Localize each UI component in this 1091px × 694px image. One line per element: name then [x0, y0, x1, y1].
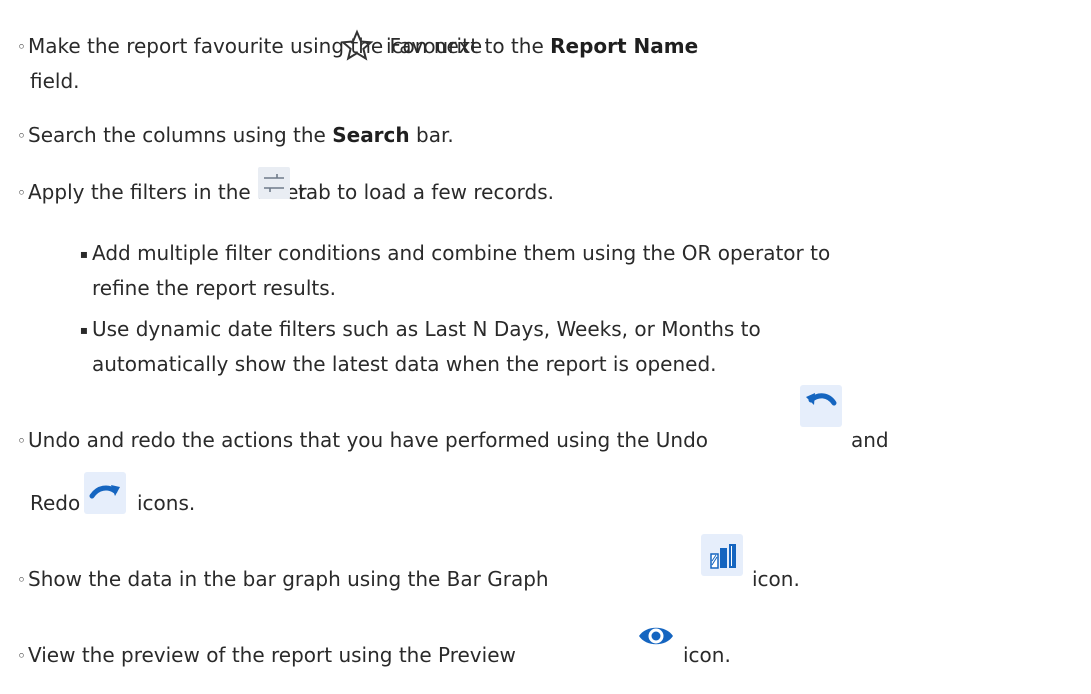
list-item-filter-sub-1: ▪ Add multiple filter conditions and comb… [79, 241, 831, 265]
bar-graph-icon[interactable] [701, 534, 743, 576]
filter-text-post: tab to load a few records. [298, 180, 555, 204]
bullet: ◦ [17, 571, 26, 589]
favourite-text-mid: icon next to the Report Name [386, 34, 699, 58]
redo-icon[interactable] [84, 472, 126, 514]
bullet: ◦ [17, 38, 26, 56]
bullet: ◦ [17, 184, 26, 202]
report-name-label: Report Name [550, 34, 699, 58]
bullet: ◦ [17, 647, 26, 665]
filter-sub-1-cont: refine the report results. [92, 276, 337, 300]
filter-sliders-icon[interactable] [258, 167, 290, 199]
search-label: Search [332, 123, 410, 147]
redo-label: Redo [30, 491, 81, 515]
list-item-preview: ◦ View the preview of the report using th… [0, 641, 516, 671]
list-item-filter-sub-2: ▪ Use dynamic date filters such as Last N… [79, 317, 761, 341]
bullet: ◦ [17, 432, 26, 450]
list-item-undo-redo: ◦ Undo and redo the actions that you have… [0, 426, 708, 456]
bar-graph-text-post: icon. [752, 567, 800, 591]
list-item-bar-graph: ◦ Show the data in the bar graph using th… [0, 565, 548, 595]
filter-sub-2-cont: automatically show the latest data when … [92, 352, 717, 376]
star-outline-icon[interactable] [340, 29, 374, 61]
preview-text-post: icon. [683, 643, 731, 667]
bullet: ◦ [17, 127, 26, 145]
favourite-text-cont: field. [30, 69, 80, 93]
list-item-search: ◦ Search the columns using the Search bar… [0, 121, 454, 151]
undo-icon[interactable] [800, 385, 842, 427]
eye-icon[interactable] [636, 616, 676, 656]
undo-text-and: and [851, 428, 889, 452]
redo-text-post: icons. [137, 491, 196, 515]
